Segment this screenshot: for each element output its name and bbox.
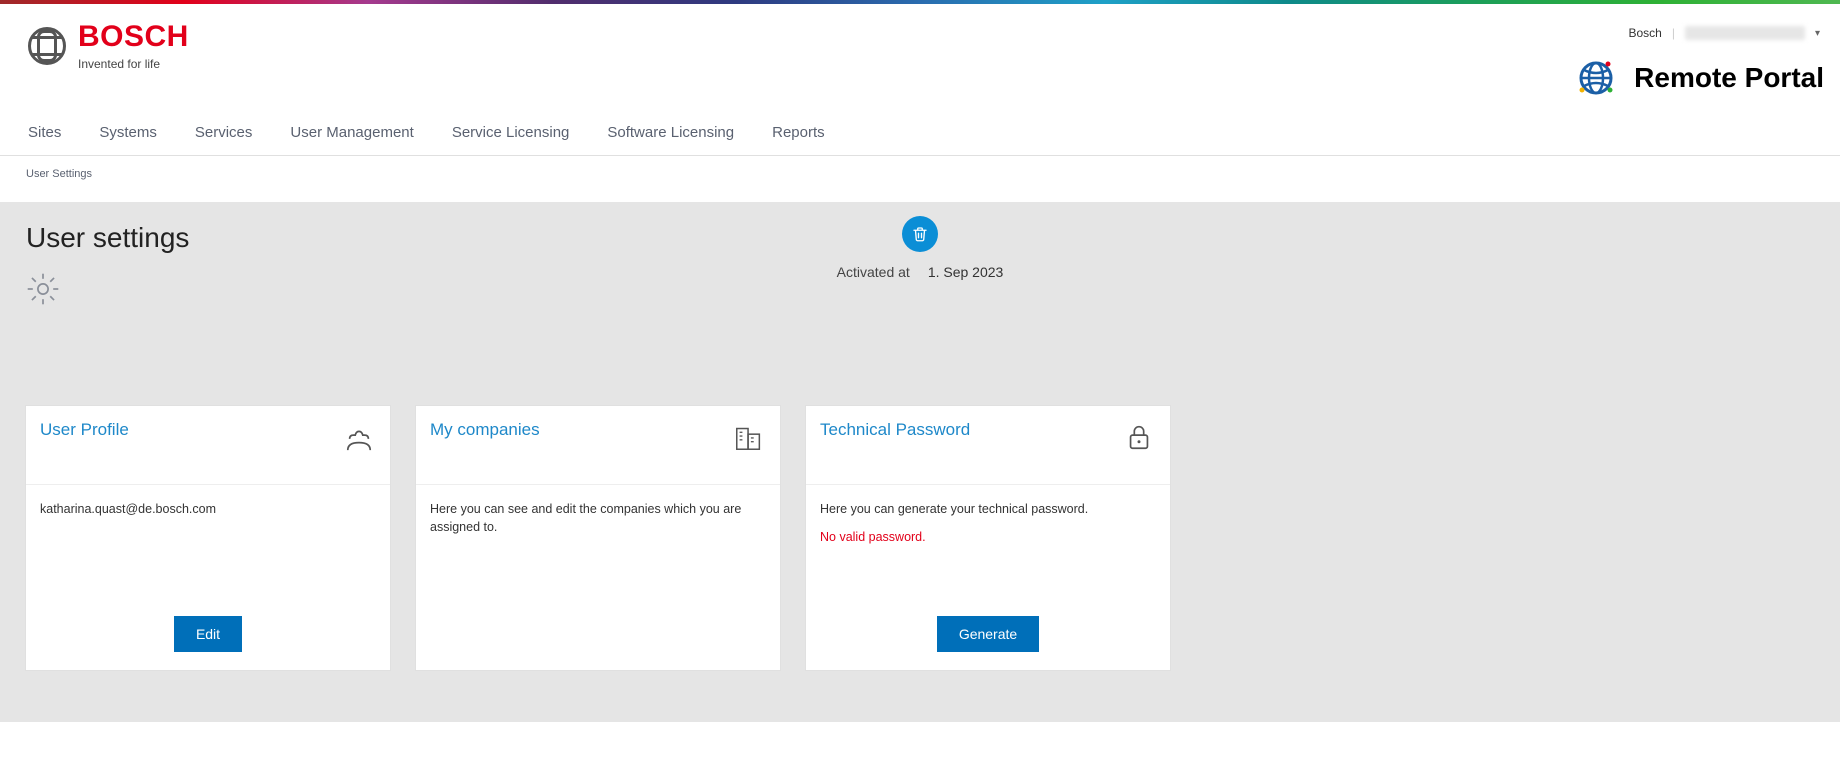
portal-brand: Remote Portal bbox=[1576, 58, 1830, 98]
activation-date: 1. Sep 2023 bbox=[928, 264, 1004, 280]
nav-service-licensing[interactable]: Service Licensing bbox=[452, 124, 570, 141]
gear-icon bbox=[26, 272, 60, 306]
lock-icon bbox=[1122, 420, 1156, 454]
card-title: User Profile bbox=[40, 420, 129, 440]
globe-icon bbox=[1576, 58, 1616, 98]
edit-button[interactable]: Edit bbox=[174, 616, 242, 652]
user-icon bbox=[342, 420, 376, 454]
brand-tagline: Invented for life bbox=[78, 58, 189, 70]
bosch-logo-icon bbox=[28, 27, 66, 65]
card-technical-password: Technical Password Here you can generate… bbox=[806, 406, 1170, 670]
breadcrumb: User Settings bbox=[0, 156, 1840, 202]
brand-name: BOSCH bbox=[78, 22, 189, 52]
nav-software-licensing[interactable]: Software Licensing bbox=[607, 124, 734, 141]
card-my-companies: My companies Here you can see and edit t… bbox=[416, 406, 780, 670]
nav-reports[interactable]: Reports bbox=[772, 124, 825, 141]
user-menu-label: Bosch bbox=[1628, 26, 1661, 40]
nav-services[interactable]: Services bbox=[195, 124, 253, 141]
breadcrumb-item[interactable]: User Settings bbox=[26, 168, 92, 180]
companies-body: Here you can see and edit the companies … bbox=[430, 502, 741, 534]
profile-email: katharina.quast@de.bosch.com bbox=[40, 502, 216, 516]
tech-pw-warning: No valid password. bbox=[820, 529, 1156, 547]
portal-title: Remote Portal bbox=[1634, 62, 1824, 94]
separator: | bbox=[1672, 26, 1675, 40]
cards-row: User Profile katharina.quast@de.bosch.co… bbox=[26, 406, 1814, 670]
nav-user-management[interactable]: User Management bbox=[290, 124, 413, 141]
activation-info: Activated at 1. Sep 2023 bbox=[837, 264, 1004, 280]
user-menu[interactable]: Bosch | ▾ bbox=[1618, 22, 1830, 44]
main-nav: Sites Systems Services User Management S… bbox=[0, 98, 1840, 156]
delete-button[interactable] bbox=[902, 216, 938, 252]
brand-text: BOSCH Invented for life bbox=[78, 22, 189, 70]
buildings-icon bbox=[732, 420, 766, 454]
brand: BOSCH Invented for life bbox=[28, 22, 189, 70]
chevron-down-icon: ▾ bbox=[1815, 28, 1820, 39]
content: User settings Activated at 1. Sep 20 bbox=[0, 202, 1840, 722]
user-name-redacted bbox=[1685, 26, 1805, 40]
header-right: Bosch | ▾ Remote Portal bbox=[1576, 22, 1830, 98]
trash-icon bbox=[911, 225, 929, 243]
header: BOSCH Invented for life Bosch | ▾ bbox=[0, 4, 1840, 98]
card-title: Technical Password bbox=[820, 420, 970, 440]
card-title: My companies bbox=[430, 420, 540, 440]
tech-pw-body: Here you can generate your technical pas… bbox=[820, 501, 1156, 519]
nav-sites[interactable]: Sites bbox=[28, 124, 61, 141]
generate-button[interactable]: Generate bbox=[937, 616, 1039, 652]
nav-systems[interactable]: Systems bbox=[99, 124, 157, 141]
activation-label: Activated at bbox=[837, 264, 910, 280]
card-user-profile: User Profile katharina.quast@de.bosch.co… bbox=[26, 406, 390, 670]
